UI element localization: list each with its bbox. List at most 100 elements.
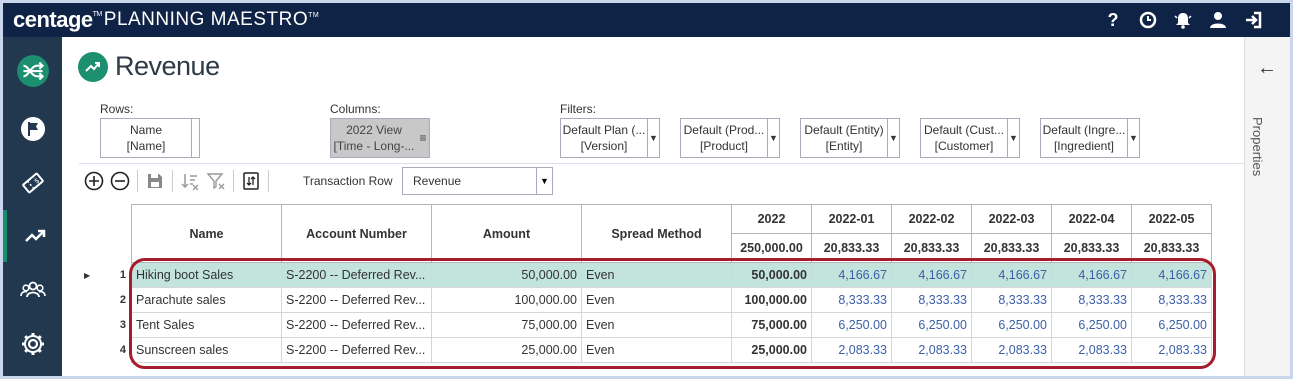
header-total: 20,833.33	[1051, 233, 1132, 263]
cell-month[interactable]: 2,083.33	[971, 337, 1052, 363]
save-icon[interactable]	[142, 168, 168, 194]
cell-month[interactable]: 4,166.67	[1051, 262, 1132, 288]
cell-month[interactable]: 2,083.33	[891, 337, 972, 363]
filter-clear-icon[interactable]	[203, 168, 229, 194]
rows-dim-handle[interactable]	[191, 119, 199, 157]
cell-month[interactable]: 4,166.67	[971, 262, 1052, 288]
chevron-down-icon[interactable]: ▼	[887, 119, 899, 157]
ticket-icon[interactable]: $	[3, 157, 62, 209]
brand-text: centage	[13, 7, 93, 32]
cell-month[interactable]: 6,250.00	[811, 312, 892, 338]
cell-name[interactable]: Sunscreen sales	[131, 337, 282, 363]
cell-month[interactable]: 8,333.33	[891, 287, 972, 313]
cell-amount[interactable]: 100,000.00	[431, 287, 582, 313]
filter-entity[interactable]: Default (Entity) [Entity] ▼	[800, 118, 900, 158]
cell-account[interactable]: S-2200 -- Deferred Rev...	[281, 262, 432, 288]
cell-month[interactable]: 2,083.33	[1051, 337, 1132, 363]
cell-month[interactable]: 2,083.33	[1131, 337, 1212, 363]
trend-icon[interactable]	[3, 210, 62, 262]
cell-spread[interactable]: Even	[581, 262, 732, 288]
cell-month[interactable]: 8,333.33	[1131, 287, 1212, 313]
clock-icon[interactable]	[1137, 9, 1159, 34]
properties-label[interactable]: Properties	[1250, 117, 1265, 176]
filter-version-line2: [Version]	[580, 139, 628, 153]
cell-year-total: 75,000.00	[731, 312, 812, 338]
chevron-down-icon[interactable]: ▼	[647, 119, 659, 157]
cell-month[interactable]: 6,250.00	[1051, 312, 1132, 338]
table-row[interactable]: Sunscreen sales S-2200 -- Deferred Rev..…	[131, 337, 1212, 363]
header-period[interactable]: 2022	[731, 204, 812, 234]
cell-month[interactable]: 4,166.67	[891, 262, 972, 288]
cell-month[interactable]: 2,083.33	[811, 337, 892, 363]
gear-icon[interactable]	[3, 318, 62, 370]
filter-ingredient[interactable]: Default (Ingre... [Ingredient] ▼	[1040, 118, 1140, 158]
cell-spread[interactable]: Even	[581, 287, 732, 313]
cell-month[interactable]: 6,250.00	[971, 312, 1052, 338]
refresh-icon[interactable]	[238, 168, 264, 194]
chevron-down-icon[interactable]: ▼	[767, 119, 779, 157]
menu-icon[interactable]: ≡	[417, 119, 429, 157]
columns-dim-line1: 2022 View	[346, 123, 402, 137]
cell-month[interactable]: 8,333.33	[971, 287, 1052, 313]
cell-amount[interactable]: 25,000.00	[431, 337, 582, 363]
top-icon-group: ?	[1102, 9, 1264, 34]
header-period[interactable]: 2022-02	[891, 204, 972, 234]
transaction-row-select[interactable]: Revenue ▼	[402, 167, 553, 195]
header-period[interactable]: 2022-01	[811, 204, 892, 234]
header-period[interactable]: 2022-05	[1131, 204, 1212, 234]
cell-year-total: 25,000.00	[731, 337, 812, 363]
main-content: Revenue Rows: Columns: Filters: Name [Nam…	[62, 37, 1244, 376]
cell-name[interactable]: Tent Sales	[131, 312, 282, 338]
filter-product[interactable]: Default (Prod... [Product] ▼	[680, 118, 780, 158]
cell-spread[interactable]: Even	[581, 337, 732, 363]
people-icon[interactable]	[3, 264, 62, 316]
cell-month[interactable]: 8,333.33	[1051, 287, 1132, 313]
logout-icon[interactable]	[1242, 9, 1264, 34]
arrow-left-icon[interactable]: ←	[1257, 57, 1277, 80]
add-row-icon[interactable]	[81, 168, 107, 194]
header-account-number[interactable]: Account Number	[281, 204, 432, 263]
cell-month[interactable]: 6,250.00	[1131, 312, 1212, 338]
remove-row-icon[interactable]	[107, 168, 133, 194]
help-icon[interactable]: ?	[1102, 9, 1124, 34]
cell-month[interactable]: 4,166.67	[1131, 262, 1212, 288]
expand-caret-icon[interactable]: ▶	[84, 271, 90, 280]
cell-spread[interactable]: Even	[581, 312, 732, 338]
cell-month[interactable]: 4,166.67	[811, 262, 892, 288]
columns-label: Columns:	[330, 102, 381, 116]
chevron-down-icon[interactable]: ▼	[1127, 119, 1139, 157]
filters-label: Filters:	[560, 102, 596, 116]
cell-account[interactable]: S-2200 -- Deferred Rev...	[281, 287, 432, 313]
cell-account[interactable]: S-2200 -- Deferred Rev...	[281, 312, 432, 338]
brand-logo[interactable]: centageTM	[13, 7, 104, 33]
chevron-down-icon[interactable]: ▼	[1007, 119, 1019, 157]
cell-name[interactable]: Parachute sales	[131, 287, 282, 313]
cell-amount[interactable]: 75,000.00	[431, 312, 582, 338]
sort-clear-icon[interactable]	[177, 168, 203, 194]
cell-month[interactable]: 6,250.00	[891, 312, 972, 338]
properties-panel: ← Properties	[1244, 37, 1290, 376]
header-total: 20,833.33	[811, 233, 892, 263]
logo-icon[interactable]	[3, 45, 62, 97]
filter-customer[interactable]: Default (Cust... [Customer] ▼	[920, 118, 1020, 158]
filter-version[interactable]: Default Plan (... [Version] ▼	[560, 118, 660, 158]
header-amount[interactable]: Amount	[431, 204, 582, 263]
alert-icon[interactable]	[1172, 9, 1194, 34]
table-row[interactable]: Tent Sales S-2200 -- Deferred Rev... 75,…	[131, 312, 1212, 338]
rows-dimension[interactable]: Name [Name]	[100, 118, 200, 158]
cell-month[interactable]: 8,333.33	[811, 287, 892, 313]
header-period[interactable]: 2022-04	[1051, 204, 1132, 234]
flag-icon[interactable]	[3, 103, 62, 155]
cell-name[interactable]: Hiking boot Sales	[131, 262, 282, 288]
columns-dimension[interactable]: 2022 View [Time - Long-... ≡	[330, 118, 430, 158]
cell-amount[interactable]: 50,000.00	[431, 262, 582, 288]
header-spread-method[interactable]: Spread Method	[581, 204, 732, 263]
cell-account[interactable]: S-2200 -- Deferred Rev...	[281, 337, 432, 363]
header-name[interactable]: Name	[131, 204, 282, 263]
user-icon[interactable]	[1207, 9, 1229, 34]
chevron-down-icon[interactable]: ▼	[536, 168, 552, 194]
table-row[interactable]: Hiking boot Sales S-2200 -- Deferred Rev…	[131, 262, 1212, 288]
table-row[interactable]: Parachute sales S-2200 -- Deferred Rev..…	[131, 287, 1212, 313]
header-period[interactable]: 2022-03	[971, 204, 1052, 234]
data-grid: Name Account Number Amount Spread Method…	[131, 204, 1212, 363]
